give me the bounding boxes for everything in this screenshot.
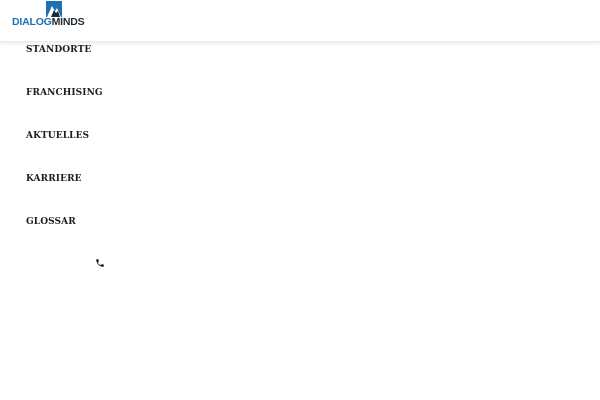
logo-wordmark: DIALOGMINDS <box>12 16 85 28</box>
site-header: DIALOGMINDS <box>0 0 600 42</box>
nav-item-aktuelles[interactable]: AKTUELLES <box>26 128 103 171</box>
phone-icon <box>96 259 104 267</box>
logo-text-minds: MINDS <box>51 16 85 28</box>
phone-link[interactable] <box>95 253 105 267</box>
nav-item-franchising[interactable]: FRANCHISING <box>26 85 103 128</box>
nav-item-standorte[interactable]: STANDORTE <box>26 42 103 85</box>
nav-item-glossar[interactable]: GLOSSAR <box>26 214 103 257</box>
nav-item-karriere[interactable]: KARRIERE <box>26 171 103 214</box>
logo-mark-icon <box>46 1 62 17</box>
logo-text-dialog: DIALOG <box>12 16 52 28</box>
logo-link[interactable]: DIALOGMINDS <box>12 0 96 30</box>
